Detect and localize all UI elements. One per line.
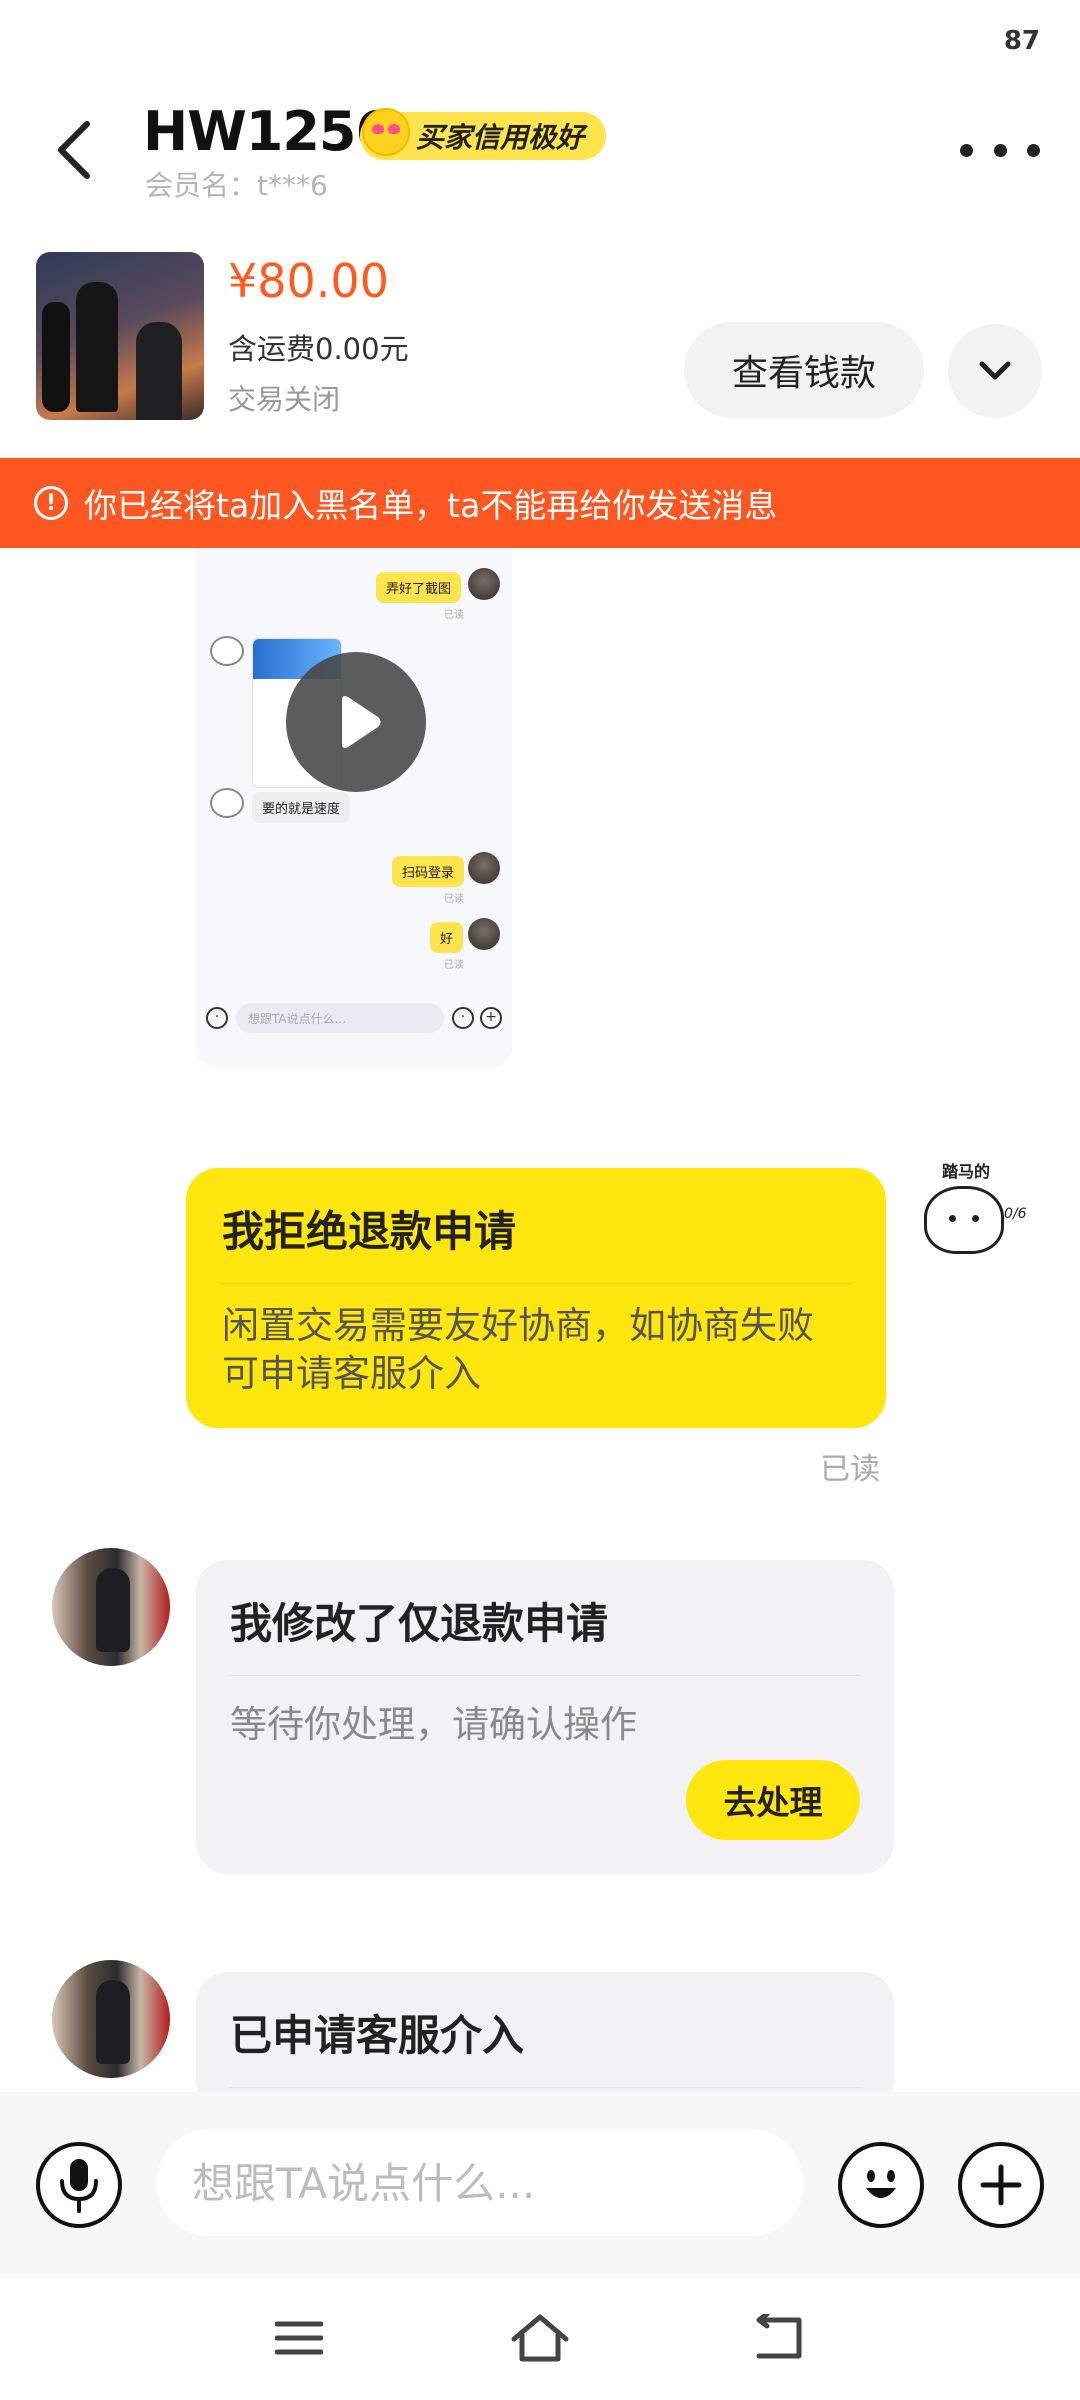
shipping-fee: 含运费0.00元 <box>228 332 409 366</box>
video-message[interactable]: 弄好了截图 已读 要的就是速度 扫码登录 已读 好 已读 · 想跟TA说点什么.… <box>196 548 512 1068</box>
video-sticker <box>210 788 244 818</box>
handle-button[interactable]: 去处理 <box>686 1760 860 1840</box>
product-price: ¥80.00 <box>228 254 389 308</box>
blacklist-banner-text: 你已经将ta加入黑名单，ta不能再给你发送消息 <box>84 486 778 525</box>
video-input-field: 想跟TA说点什么... <box>236 1003 444 1033</box>
expand-button[interactable] <box>948 324 1042 418</box>
cat-face-icon <box>924 1186 1004 1254</box>
read-receipt: 已读 <box>820 1452 880 1487</box>
chevron-down-icon <box>979 361 1011 380</box>
nav-home-button[interactable] <box>505 2308 575 2368</box>
blacklist-banner: ! 你已经将ta加入黑名单，ta不能再给你发送消息 <box>0 458 1080 548</box>
card-description: 等待你处理，请确认操作 <box>230 1703 637 1746</box>
home-icon <box>511 2314 569 2362</box>
my-avatar-sticker[interactable]: 踏马的 0/6 <box>918 1158 1028 1278</box>
video-read-label: 已读 <box>444 610 464 621</box>
video-bubble: 弄好了截图 <box>376 572 462 603</box>
video-read-label: 已读 <box>444 960 464 971</box>
plus-icon <box>980 2164 1022 2206</box>
message-input[interactable] <box>156 2130 804 2236</box>
video-sticker <box>210 636 244 666</box>
video-bubble: 好 <box>430 922 464 953</box>
back-arrow-icon <box>58 121 90 179</box>
heart-eyes-emoji-icon <box>362 108 410 156</box>
status-bar: 87 <box>0 0 1080 80</box>
refund-modified-card[interactable]: 我修改了仅退款申请 等待你处理，请确认操作 去处理 <box>196 1560 894 1874</box>
battery-level: 87 <box>1003 26 1040 56</box>
trade-status: 交易关闭 <box>228 383 341 416</box>
product-card[interactable]: ¥80.00 含运费0.00元 交易关闭 查看钱款 <box>0 250 1080 425</box>
warning-icon: ! <box>34 486 68 520</box>
card-title: 我修改了仅退款申请 <box>230 1599 609 1648</box>
video-read-label: 已读 <box>444 894 464 905</box>
card-divider <box>230 2087 860 2088</box>
play-icon <box>342 696 381 748</box>
emoji-button[interactable] <box>838 2142 924 2228</box>
contact-avatar[interactable] <box>52 1960 170 2078</box>
video-bubble: 扫码登录 <box>392 856 465 887</box>
return-icon <box>756 2314 802 2359</box>
menu-icon <box>275 2321 323 2355</box>
more-actions-button[interactable] <box>958 2142 1044 2228</box>
product-thumbnail[interactable] <box>36 252 204 420</box>
input-bar <box>0 2092 1080 2278</box>
more-dot-icon <box>1027 143 1040 157</box>
card-description: 闲置交易需要友好协商，如协商失败可申请客服介入 <box>222 1304 814 1395</box>
contact-avatar[interactable] <box>52 1548 170 1666</box>
smile-icon <box>866 2170 896 2198</box>
credit-badge-label: 买家信用极好 <box>416 121 585 154</box>
more-dot-icon <box>993 143 1007 157</box>
contact-name: HW1256 <box>143 100 393 163</box>
chat-header: HW1256 买家信用极好 会员名：t***6 <box>0 90 1080 210</box>
sticker-tag: 0/6 <box>1004 1206 1027 1222</box>
video-bubble: 要的就是速度 <box>252 792 351 823</box>
video-avatar <box>468 568 500 600</box>
video-input-bar: · 想跟TA说点什么... · + <box>206 998 502 1038</box>
sticker-caption: 踏马的 <box>942 1162 991 1181</box>
nav-back-button[interactable] <box>745 2308 815 2368</box>
video-avatar <box>468 918 500 950</box>
card-divider <box>230 1675 860 1676</box>
view-payment-button[interactable]: 查看钱款 <box>684 322 924 418</box>
refund-rejected-card[interactable]: 我拒绝退款申请 闲置交易需要友好协商，如协商失败可申请客服介入 <box>186 1168 886 1428</box>
more-dot-icon <box>960 143 973 157</box>
credit-badge: 买家信用极好 <box>360 108 607 160</box>
video-emoji-icon: · <box>452 1007 474 1029</box>
play-button[interactable] <box>286 652 426 792</box>
video-plus-icon: + <box>480 1007 502 1029</box>
nav-menu-button[interactable] <box>264 2308 334 2368</box>
microphone-icon <box>60 2159 98 2213</box>
system-nav-bar <box>0 2278 1080 2400</box>
card-title: 我拒绝退款申请 <box>222 1207 517 1256</box>
video-avatar <box>468 852 500 884</box>
service-intervention-card[interactable]: 已申请客服介入 <box>196 1972 894 2112</box>
card-divider <box>222 1283 850 1284</box>
video-mic-icon: · <box>206 1007 228 1029</box>
back-button[interactable] <box>40 110 110 190</box>
card-title: 已申请客服介入 <box>230 2011 525 2060</box>
member-name: 会员名：t***6 <box>145 169 328 202</box>
voice-button[interactable] <box>36 2142 122 2228</box>
more-options-button[interactable] <box>960 130 1040 170</box>
